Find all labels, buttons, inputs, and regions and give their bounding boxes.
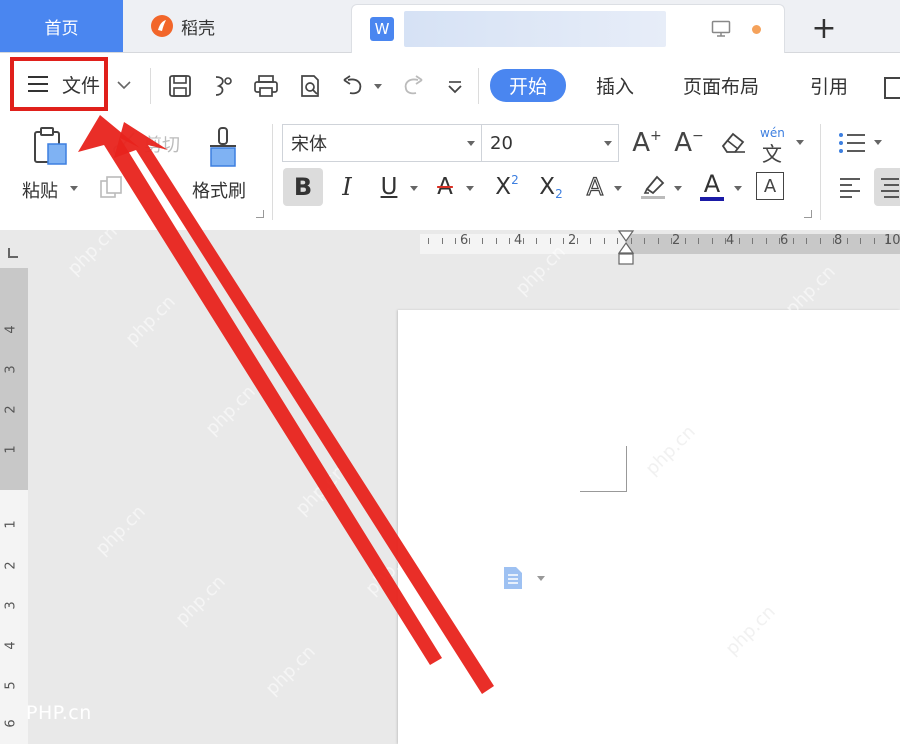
annotation-arrow-2 — [114, 122, 494, 694]
annotation-arrow-1 — [78, 115, 442, 665]
annotation-arrows — [78, 115, 494, 694]
